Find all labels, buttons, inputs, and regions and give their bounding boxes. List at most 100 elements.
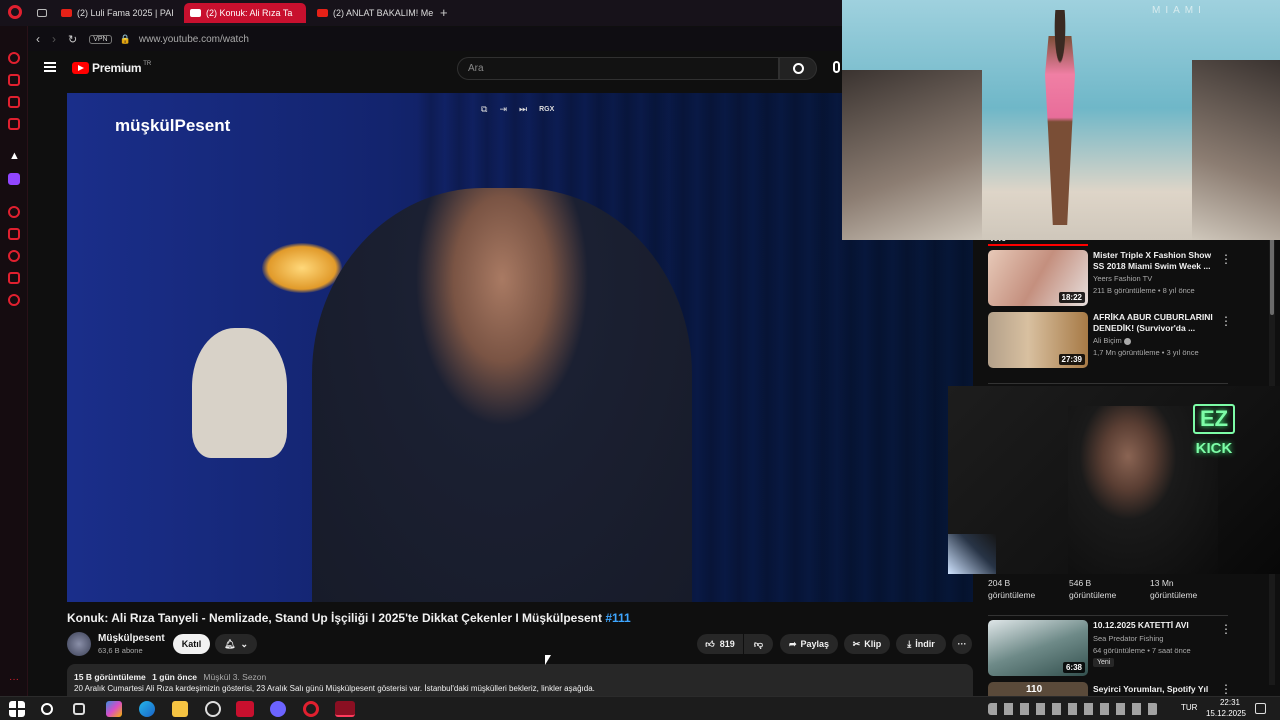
- reload-icon[interactable]: ↻: [68, 33, 77, 46]
- tab-overview-icon[interactable]: [37, 9, 47, 17]
- rgx-label[interactable]: RGX: [539, 106, 554, 113]
- streamer-pip[interactable]: EZ KICK: [948, 386, 1280, 574]
- broadcast-app-icon[interactable]: [236, 701, 254, 717]
- sidebar-more-icon[interactable]: ···: [9, 674, 19, 685]
- speedometer-app-icon[interactable]: [205, 701, 221, 717]
- recommendation-title[interactable]: Mister Triple X Fashion Show SS 2018 Mia…: [1093, 250, 1218, 272]
- task-view-icon[interactable]: [73, 703, 85, 715]
- recommendation-thumbnail[interactable]: 18:22: [988, 250, 1088, 306]
- search-icon[interactable]: [41, 703, 53, 715]
- kebab-menu-icon[interactable]: ⋮: [1220, 252, 1232, 266]
- sidebar-settings-icon[interactable]: [8, 294, 20, 306]
- search-button[interactable]: [779, 57, 817, 80]
- clock-time[interactable]: 22:31: [1210, 698, 1250, 707]
- lamp-light: [262, 243, 342, 293]
- sidebar-refresh-icon[interactable]: [8, 52, 20, 64]
- sidebar-twitch-icon[interactable]: [8, 173, 20, 185]
- youtube-logo[interactable]: Premium TR: [72, 61, 151, 75]
- recommendation-item[interactable]: 6:38 10.12.2025 KATETTİ AVI Sea Predator…: [988, 620, 1248, 680]
- download-button[interactable]: ⤓ İndir: [896, 634, 946, 654]
- opera-taskbar-icon[interactable]: [303, 701, 319, 717]
- mouse-cursor-icon: [545, 655, 551, 665]
- more-actions-button[interactable]: ···: [952, 634, 972, 654]
- recommendation-title[interactable]: 10.12.2025 KATETTİ AVI: [1093, 620, 1218, 631]
- sidebar-bookmark-icon[interactable]: [8, 228, 20, 240]
- recommendation-item[interactable]: 18:22 Mister Triple X Fashion Show SS 20…: [988, 250, 1248, 310]
- sidebar-player-icon[interactable]: [8, 206, 20, 218]
- system-tray-icons[interactable]: [988, 703, 1158, 715]
- clip-label: Klip: [864, 639, 882, 649]
- microphone-icon[interactable]: [833, 61, 840, 73]
- recommendation-channel[interactable]: Yeers Fashion TV: [1093, 274, 1152, 283]
- recommendation-title[interactable]: AFRİKA ABUR CUBURLARINI DENEDİK! (Surviv…: [1093, 312, 1218, 334]
- recommendation-title[interactable]: Seyirci Yorumları, Spotify Yıl: [1093, 684, 1218, 695]
- next-icon[interactable]: ⏭: [519, 104, 527, 115]
- recommendation-thumbnail[interactable]: 6:38: [988, 620, 1088, 676]
- search-input[interactable]: Ara: [457, 57, 779, 80]
- sidebar-history-icon[interactable]: [8, 250, 20, 262]
- recommendation-item[interactable]: 110 Seyirci Yorumları, Spotify Yıl ⋮: [988, 682, 1248, 696]
- clip-button[interactable]: ✂ Klip: [844, 634, 890, 654]
- download-label: İndir: [915, 639, 935, 649]
- windows-start-icon[interactable]: [9, 701, 25, 717]
- recommendation-thumbnail[interactable]: 27:39: [988, 312, 1088, 368]
- address-bar: ‹ › ↻ VPN 🔒 www.youtube.com/watch: [28, 27, 842, 51]
- tab-luli-fama[interactable]: (2) Luli Fama 2025 | PARA: [55, 3, 173, 23]
- edge-icon[interactable]: [139, 701, 155, 717]
- video-player[interactable]: müşkülPesent ⧉ ⇥ ⏭ RGX: [67, 93, 973, 602]
- language-indicator[interactable]: TUR: [1181, 703, 1197, 712]
- season-link[interactable]: Müşkül 3. Sezon: [203, 672, 266, 682]
- copilot-icon[interactable]: [106, 701, 122, 717]
- opera-logo-icon[interactable]: [8, 5, 22, 19]
- back-icon[interactable]: ‹: [36, 32, 40, 46]
- share-button[interactable]: ➦ Paylaş: [780, 634, 838, 654]
- vpn-badge[interactable]: VPN: [89, 34, 112, 44]
- kebab-menu-icon[interactable]: ⋮: [1220, 682, 1232, 696]
- share-label: Paylaş: [800, 639, 830, 649]
- exit-icon[interactable]: ⇥: [499, 104, 507, 115]
- discord-like-icon[interactable]: [270, 701, 286, 717]
- recommendation-item[interactable]: 27:39 AFRİKA ABUR CUBURLARINI DENEDİK! (…: [988, 312, 1248, 372]
- channel-name[interactable]: Müşkülpesent: [98, 633, 165, 644]
- neon-logo-bottom: KICK: [1195, 440, 1233, 457]
- dislike-button[interactable]: 👎︎: [744, 634, 773, 654]
- menu-icon[interactable]: [44, 62, 56, 72]
- forward-icon[interactable]: ›: [52, 32, 56, 46]
- file-explorer-icon[interactable]: [172, 701, 188, 717]
- recommendation-channel[interactable]: Sea Predator Fishing: [1093, 634, 1163, 643]
- sidebar-aria-icon[interactable]: ▲: [9, 150, 20, 162]
- tab-anlat-bakalim[interactable]: (2) ANLAT BAKALIM! Me: [311, 3, 433, 23]
- like-button[interactable]: 👍︎ 819: [697, 634, 743, 654]
- kebab-menu-icon[interactable]: ⋮: [1220, 622, 1232, 636]
- pip-icon[interactable]: ⧉: [481, 104, 487, 115]
- youtube-favicon-icon: [61, 9, 72, 17]
- duration-badge: 27:39: [1058, 354, 1085, 365]
- opera-gx-taskbar-icon[interactable]: [335, 701, 355, 717]
- notification-icon[interactable]: [1255, 703, 1266, 714]
- recommendation-meta: 211 B görüntüleme • 8 yıl önce: [1093, 286, 1195, 295]
- upload-age: 1 gün önce: [152, 672, 198, 682]
- recommendation-thumbnail[interactable]: 110: [988, 682, 1088, 696]
- fashion-show-pip[interactable]: MIAMI: [842, 0, 1280, 240]
- taskbar: TUR 22:31 15.12.2025: [0, 696, 1280, 720]
- new-tab-button[interactable]: +: [440, 5, 448, 20]
- sidebar-messenger-icon[interactable]: [8, 96, 20, 108]
- runway-model: [1045, 10, 1075, 225]
- like-count: 819: [719, 639, 735, 649]
- neon-logo: EZ KICK: [1183, 404, 1245, 457]
- url-text[interactable]: www.youtube.com/watch: [139, 34, 249, 45]
- join-button[interactable]: Katıl: [173, 634, 210, 654]
- sidebar-bag-icon[interactable]: [8, 74, 20, 86]
- channel-avatar[interactable]: [67, 632, 91, 656]
- sidebar-mail-icon[interactable]: [8, 118, 20, 130]
- more-icon: ···: [957, 639, 967, 649]
- scissors-icon: ✂: [852, 638, 861, 649]
- tab-konuk[interactable]: (2) Konuk: Ali Rıza Ta: [184, 3, 306, 23]
- clock-date[interactable]: 15.12.2025: [1202, 709, 1250, 718]
- recommendation-channel[interactable]: Ali Biçim: [1093, 336, 1131, 345]
- kebab-menu-icon[interactable]: ⋮: [1220, 314, 1232, 328]
- episode-tag[interactable]: #111: [605, 611, 630, 625]
- sidebar-extensions-icon[interactable]: [8, 272, 20, 284]
- overlay-brand: müşkülPesent: [115, 116, 231, 135]
- notification-bell-button[interactable]: 🔔︎ ⌄: [215, 634, 257, 654]
